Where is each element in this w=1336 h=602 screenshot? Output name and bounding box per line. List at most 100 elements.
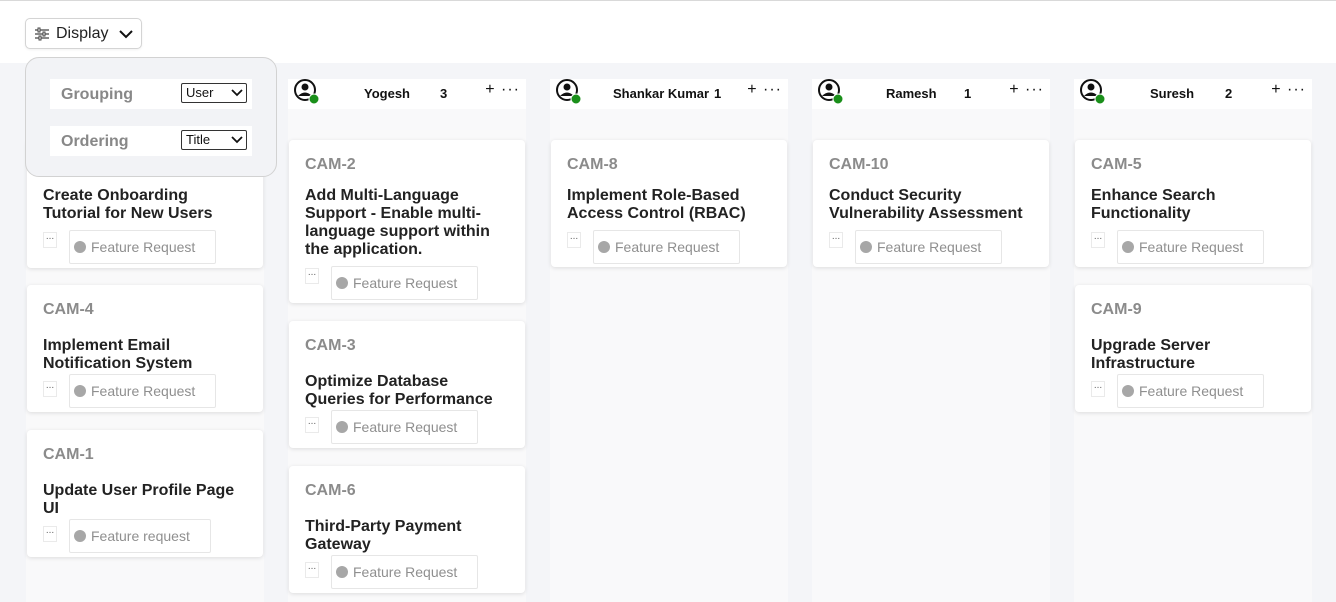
column-count: 1 <box>964 86 972 101</box>
card-title: Upgrade Server Infrastructure <box>1091 337 1211 372</box>
card[interactable]: CAM-8 Implement Role-Based Access Contro… <box>551 140 787 267</box>
tag-label: Feature Request <box>353 564 458 580</box>
column-header: Shankar Kumar 1 + ··· <box>550 79 788 109</box>
more-icon[interactable]: ... <box>43 232 57 248</box>
add-icon[interactable]: + <box>1009 81 1019 98</box>
ordering-label: Ordering <box>61 133 129 150</box>
more-icon[interactable]: ... <box>305 268 319 284</box>
tag-label: Feature Request <box>91 239 196 255</box>
card-title: Create Onboarding Tutorial for New Users <box>43 187 213 222</box>
card-id: CAM-4 <box>43 301 94 318</box>
column-user-name: Yogesh <box>364 86 410 101</box>
card-id: CAM-9 <box>1091 301 1142 318</box>
tag[interactable]: Feature Request <box>593 230 741 264</box>
tag[interactable]: Feature Request <box>1117 374 1265 408</box>
column-shankar-kumar: Shankar Kumar 1 + ··· CAM-8 Implement Ro… <box>550 79 788 602</box>
chevron-down-icon <box>119 29 134 39</box>
more-icon[interactable]: ··· <box>1287 81 1306 98</box>
more-icon[interactable]: ··· <box>501 81 520 98</box>
top-bar: Display <box>0 0 1336 63</box>
add-icon[interactable]: + <box>1271 81 1281 98</box>
status-dot-icon <box>336 277 348 289</box>
avatar-icon <box>556 79 582 105</box>
column-count: 2 <box>1225 86 1233 101</box>
add-icon[interactable]: + <box>747 81 757 98</box>
more-icon[interactable]: ··· <box>763 81 782 98</box>
sliders-icon <box>34 27 50 41</box>
avatar-icon <box>1080 79 1106 105</box>
card[interactable]: CAM-2 Add Multi-Language Support - Enabl… <box>289 140 525 303</box>
chevron-down-icon <box>231 89 243 97</box>
tag-label: Feature Request <box>353 275 458 291</box>
card-id: CAM-3 <box>305 337 356 354</box>
status-dot-icon <box>74 385 86 397</box>
column-actions: + ··· <box>1271 81 1306 99</box>
card-title: Add Multi-Language Support - Enable mult… <box>305 187 490 258</box>
column-actions: + ··· <box>1009 81 1044 99</box>
column-header: Suresh 2 + ··· <box>1074 79 1312 109</box>
column-suresh: Suresh 2 + ··· CAM-5 Enhance Search Func… <box>1074 79 1312 602</box>
display-options-popover: Grouping User Ordering Title <box>25 57 277 177</box>
card-title: Update User Profile Page UI <box>43 482 235 517</box>
more-icon[interactable]: ... <box>1091 381 1105 397</box>
column-user-name: Ramesh <box>886 86 937 101</box>
tag[interactable]: Feature request <box>69 519 211 553</box>
more-icon[interactable]: ··· <box>1025 81 1044 98</box>
card[interactable]: CAM-1 Update User Profile Page UI ... Fe… <box>27 430 263 557</box>
avatar-icon <box>294 79 320 105</box>
card-title: Conduct Security Vulnerability Assessmen… <box>829 187 1023 222</box>
tag[interactable]: Feature Request <box>1117 230 1265 264</box>
card-title: Third-Party Payment Gateway <box>305 518 462 553</box>
status-dot-icon <box>598 241 610 253</box>
card-id: CAM-1 <box>43 446 94 463</box>
tag-label: Feature Request <box>91 383 196 399</box>
tag-label: Feature request <box>91 528 190 544</box>
card[interactable]: CAM-6 Third-Party Payment Gateway ... Fe… <box>289 466 525 593</box>
more-icon[interactable]: ... <box>43 381 57 397</box>
tag[interactable]: Feature Request <box>69 374 217 408</box>
card-title: Implement Email Notification System <box>43 337 193 372</box>
card[interactable]: CAM-5 Enhance Search Functionality ... F… <box>1075 140 1311 267</box>
tag[interactable]: Feature Request <box>855 230 1003 264</box>
tag[interactable]: Feature Request <box>331 410 479 444</box>
card[interactable]: CAM-4 Implement Email Notification Syste… <box>27 285 263 412</box>
card-title: Optimize Database Queries for Performanc… <box>305 373 493 408</box>
status-dot-icon <box>336 421 348 433</box>
tag[interactable]: Feature Request <box>331 266 479 300</box>
chevron-down-icon <box>231 136 243 144</box>
display-label: Display <box>56 24 109 42</box>
tag-label: Feature Request <box>615 239 720 255</box>
more-icon[interactable]: ... <box>305 417 319 433</box>
card-id: CAM-6 <box>305 482 356 499</box>
display-button[interactable]: Display <box>25 18 142 49</box>
grouping-label: Grouping <box>61 86 133 103</box>
card-title: Enhance Search Functionality <box>1091 187 1216 222</box>
status-dot-icon <box>1122 241 1134 253</box>
card[interactable]: CAM-9 Upgrade Server Infrastructure ... … <box>1075 285 1311 412</box>
tag-label: Feature Request <box>1139 383 1244 399</box>
status-dot-icon <box>860 241 872 253</box>
more-icon[interactable]: ... <box>829 232 843 248</box>
tag[interactable]: Feature Request <box>331 555 479 589</box>
tag-label: Feature Request <box>353 419 458 435</box>
more-icon[interactable]: ... <box>305 562 319 578</box>
column-count: 1 <box>714 86 722 101</box>
status-dot-icon <box>74 530 86 542</box>
more-icon[interactable]: ... <box>567 232 581 248</box>
grouping-select[interactable]: User <box>181 83 247 103</box>
column-header: Yogesh 3 + ··· <box>288 79 526 109</box>
column-count: 3 <box>440 86 448 101</box>
grouping-row: Grouping User <box>50 79 252 109</box>
column-header: Ramesh 1 + ··· <box>812 79 1050 109</box>
more-icon[interactable]: ... <box>1091 232 1105 248</box>
status-dot-icon <box>74 241 86 253</box>
card-title: Implement Role-Based Access Control (RBA… <box>567 187 746 222</box>
add-icon[interactable]: + <box>485 81 495 98</box>
more-icon[interactable]: ... <box>43 526 57 542</box>
card[interactable]: CAM-3 Optimize Database Queries for Perf… <box>289 321 525 448</box>
column-actions: + ··· <box>485 81 520 99</box>
card[interactable]: CAM-10 Conduct Security Vulnerability As… <box>813 140 1049 267</box>
tag-label: Feature Request <box>1139 239 1244 255</box>
ordering-select[interactable]: Title <box>181 130 247 150</box>
tag[interactable]: Feature Request <box>69 230 217 264</box>
